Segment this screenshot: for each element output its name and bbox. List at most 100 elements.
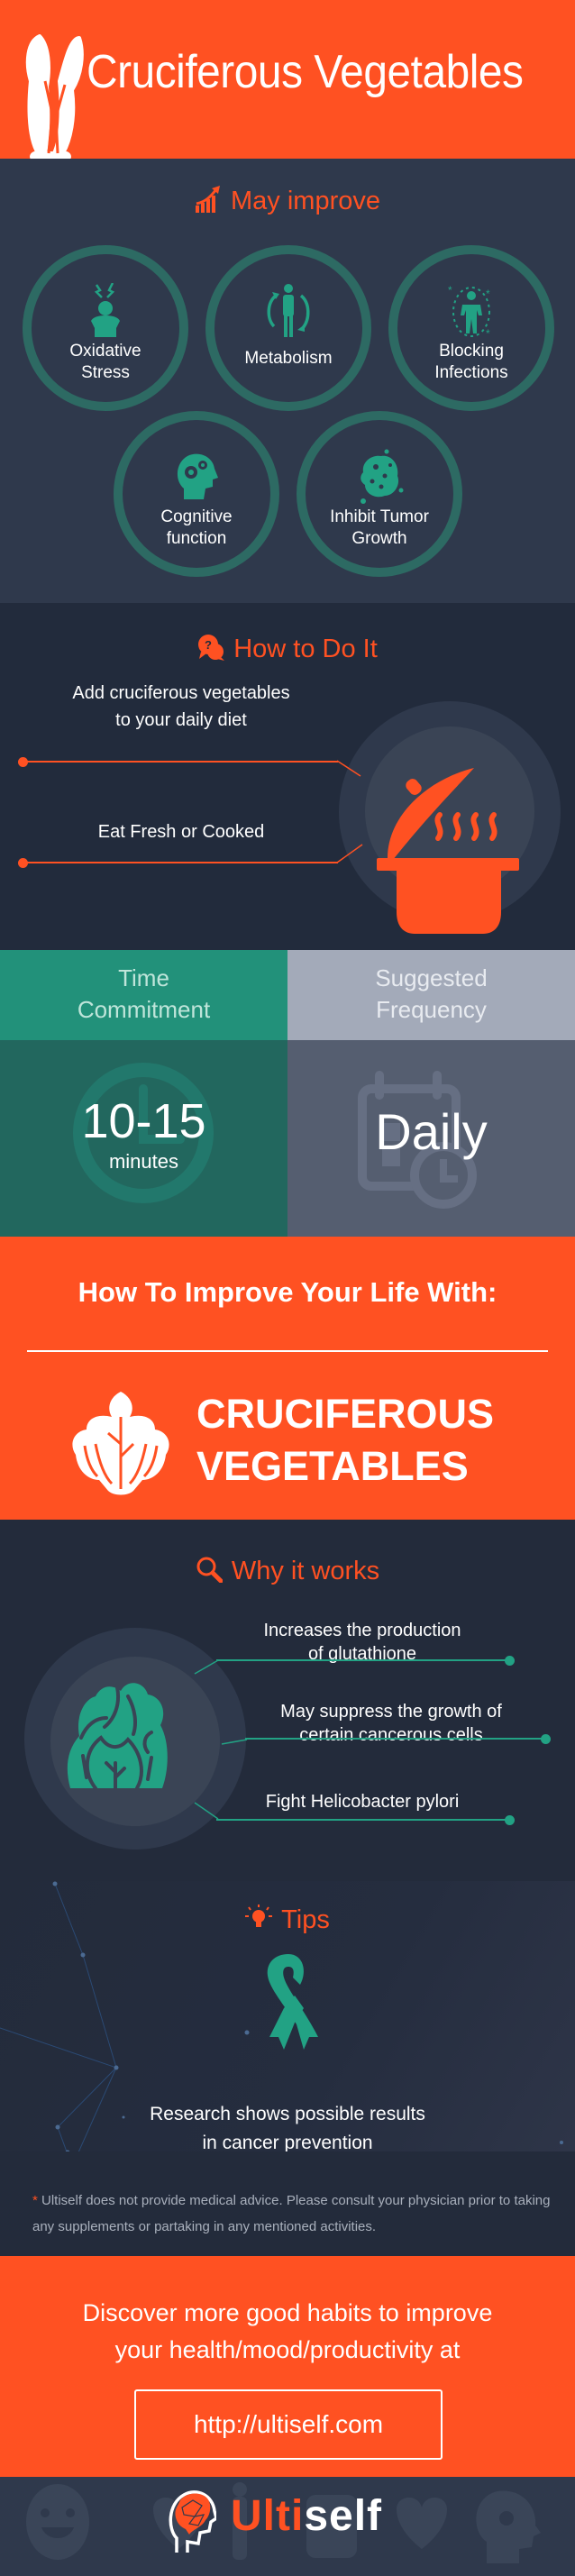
svg-text:*: * xyxy=(486,327,490,339)
cta-line: Discover more good habits to improve xyxy=(82,2299,493,2326)
step-connector xyxy=(23,761,338,763)
disclaimer-section: * Ultiself does not provide medical advi… xyxy=(0,2151,575,2256)
lightbulb-icon xyxy=(245,1905,273,1927)
benefit-inhibit-tumor-growth: Inhibit Tumor Growth xyxy=(297,411,462,577)
brand-accent: Ulti xyxy=(231,2492,305,2540)
brain-gears-icon xyxy=(177,453,218,499)
reason-connector xyxy=(245,1738,545,1740)
growth-chart-icon xyxy=(196,186,220,213)
benefit-label: Metabolism xyxy=(244,349,333,368)
svg-text:?: ? xyxy=(205,638,212,652)
reason-connector-diagonal xyxy=(194,1802,219,1820)
website-link-button[interactable]: http://ultiself.com xyxy=(134,2389,443,2460)
banner-subject: CRUCIFEROUS VEGETABLES xyxy=(196,1388,494,1493)
stressed-person-icon xyxy=(91,283,120,337)
frequency-value: Daily xyxy=(375,1103,488,1160)
benefit-label: Inhibit Tumor xyxy=(330,507,429,526)
time-commitment-header: Time Commitment xyxy=(0,950,288,1040)
banner-title: How To Improve Your Life With: xyxy=(78,1276,497,1308)
tip-line: Research shows possible results xyxy=(150,2104,425,2124)
page-title: Cruciferous Vegetables xyxy=(87,46,524,98)
metabolism-person-icon xyxy=(267,284,310,337)
commitment-section: Time Commitment Suggested Frequency 10-1… xyxy=(0,950,575,1237)
header-text: Time xyxy=(118,964,169,991)
section-title: Tips xyxy=(0,1905,575,1935)
how-step-1: Add cruciferous vegetables to your daily… xyxy=(32,680,330,734)
awareness-ribbon-icon xyxy=(267,1954,318,2050)
benefit-label: function xyxy=(166,529,227,548)
step-text: Add cruciferous vegetables xyxy=(72,683,290,703)
footer: Ultiself xyxy=(0,2477,575,2576)
cabbage-icon xyxy=(67,1683,168,1788)
bok-choy-icon xyxy=(25,34,84,159)
header-text: Commitment xyxy=(77,996,211,1023)
reason-text: certain cancerous cells xyxy=(299,1725,483,1745)
svg-text:*: * xyxy=(486,288,490,300)
subject-line: CRUCIFEROUS xyxy=(196,1391,495,1437)
reason-dot xyxy=(505,1656,515,1666)
cooking-pot-icon xyxy=(377,768,519,934)
may-improve-section: May improve Oxidative Stress Metabolism xyxy=(0,159,575,603)
svg-text:*: * xyxy=(448,284,452,297)
tumor-cell-icon xyxy=(361,449,404,504)
time-value: 10-15 xyxy=(81,1094,206,1148)
asterisk: * xyxy=(32,2193,38,2208)
subject-line: VEGETABLES xyxy=(196,1443,469,1489)
reason-connector xyxy=(216,1659,509,1661)
brand-rest: self xyxy=(304,2492,383,2540)
ultiself-brain-logo xyxy=(169,2490,216,2553)
cruciferous-vegetable-icon xyxy=(72,1392,169,1495)
step-text: Eat Fresh or Cooked xyxy=(97,822,265,842)
section-title-text: Tips xyxy=(281,1905,330,1934)
benefit-label: Stress xyxy=(81,363,130,382)
question-bubbles-icon: ? xyxy=(198,635,225,661)
benefit-cognitive-function: Cognitive function xyxy=(114,411,279,577)
cta-text: Discover more good habits to improve you… xyxy=(0,2295,575,2369)
divider xyxy=(27,1350,548,1352)
reason-text: May suppress the growth of xyxy=(280,1702,502,1722)
step-connector-diagonal xyxy=(336,760,361,777)
step-connector xyxy=(23,862,338,863)
time-unit: minutes xyxy=(108,1150,179,1173)
section-title-text: May improve xyxy=(231,187,380,215)
reason-3: Fight Helicobacter pylori xyxy=(243,1790,481,1813)
why-it-works-section: Why it works Increases the production of… xyxy=(0,1520,575,1881)
improve-life-banner: How To Improve Your Life With: CRUCIFERO… xyxy=(0,1237,575,1520)
reason-text: Increases the production xyxy=(263,1621,461,1640)
reason-dot xyxy=(505,1815,515,1825)
benefit-label: Oxidative xyxy=(69,342,141,361)
how-step-2: Eat Fresh or Cooked xyxy=(32,818,330,845)
benefit-label: Growth xyxy=(351,529,407,548)
header-text: Suggested xyxy=(375,964,488,991)
step-connector-diagonal xyxy=(336,844,363,863)
section-title: May improve xyxy=(0,186,575,216)
reason-connector xyxy=(216,1819,509,1821)
reason-dot xyxy=(541,1734,551,1744)
cta-line: your health/mood/productivity at xyxy=(114,2336,461,2363)
cta-section: Discover more good habits to improve you… xyxy=(0,2256,575,2477)
section-title-text: Why it works xyxy=(231,1557,380,1585)
reason-text: Fight Helicobacter pylori xyxy=(265,1792,460,1812)
section-title-text: How to Do It xyxy=(233,635,378,663)
benefit-label: Blocking xyxy=(439,342,504,361)
immune-person-icon: * * * xyxy=(448,284,490,339)
benefit-blocking-infections: * * * Blocking Infections xyxy=(388,245,554,411)
frequency-body: Daily xyxy=(288,1040,575,1237)
section-title: Why it works xyxy=(0,1556,575,1586)
section-title: ? How to Do It xyxy=(0,634,575,664)
tip-line: in cancer prevention xyxy=(202,2133,373,2151)
time-commitment-body: 10-15 minutes xyxy=(0,1040,288,1237)
reason-2: May suppress the growth of certain cance… xyxy=(267,1700,516,1747)
tip-text: Research shows possible results in cance… xyxy=(0,2100,575,2151)
benefit-oxidative-stress: Oxidative Stress xyxy=(23,245,188,411)
tips-section: Tips Research shows possible results in … xyxy=(0,1881,575,2151)
benefit-metabolism: Metabolism xyxy=(205,245,371,411)
disclaimer-text: * Ultiself does not provide medical advi… xyxy=(32,2188,555,2240)
benefit-label: Cognitive xyxy=(160,507,233,526)
header-banner: Cruciferous Vegetables xyxy=(0,0,575,159)
benefit-label: Infections xyxy=(434,363,508,382)
how-to-section: ? How to Do It Add cruciferous vegetable… xyxy=(0,603,575,950)
disclaimer-body: Ultiself does not provide medical advice… xyxy=(32,2193,551,2234)
frequency-header: Suggested Frequency xyxy=(288,950,575,1040)
reason-text: of glutathione xyxy=(307,1644,417,1664)
